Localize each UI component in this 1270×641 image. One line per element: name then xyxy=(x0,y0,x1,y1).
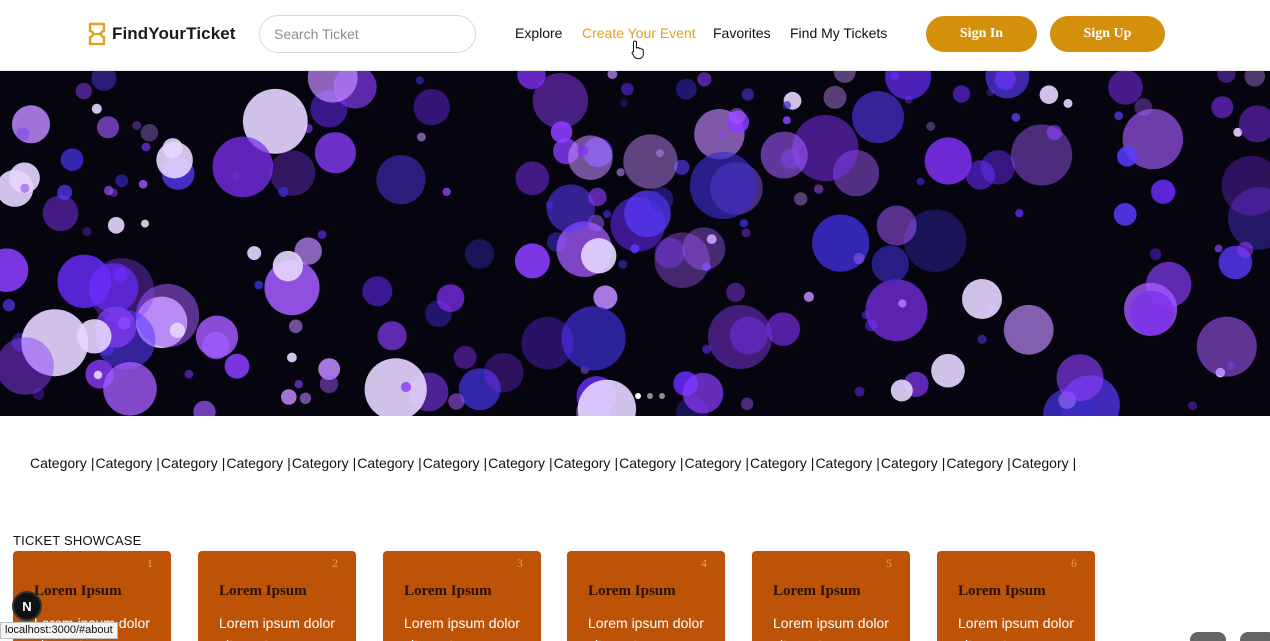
category-link[interactable]: Category xyxy=(226,455,283,471)
ticket-logo-icon xyxy=(88,22,106,46)
ticket-card-title: Lorem Ipsum xyxy=(34,583,122,599)
ticket-card-title: Lorem Ipsum xyxy=(773,583,861,599)
corner-control-left[interactable] xyxy=(1190,632,1226,641)
category-strip: Category |Category |Category |Category |Cate… xyxy=(30,455,1077,471)
category-separator: | xyxy=(876,455,880,471)
category-separator: | xyxy=(156,455,160,471)
category-link[interactable]: Category xyxy=(750,455,807,471)
ticket-card-description: Lorem ipsum dolor sit amet xyxy=(219,615,335,641)
ticket-card-number: 3 xyxy=(517,556,523,570)
sign-in-button[interactable]: Sign In xyxy=(926,16,1037,52)
search-input[interactable] xyxy=(259,15,476,53)
category-separator: | xyxy=(548,455,553,471)
carousel-indicators xyxy=(635,393,665,399)
ticket-card-number: 2 xyxy=(332,556,338,570)
status-bar-url: localhost:3000/#about xyxy=(0,622,118,639)
category-link[interactable]: Category xyxy=(161,455,218,471)
ticket-card-number: 5 xyxy=(886,556,892,570)
category-link[interactable]: Category xyxy=(95,455,152,471)
ticket-card[interactable]: 2 Lorem Ipsum Lorem ipsum dolor sit amet xyxy=(198,551,356,641)
ticket-card[interactable]: 3 Lorem Ipsum Lorem ipsum dolor sit amet xyxy=(383,551,541,641)
category-link[interactable]: Category xyxy=(488,455,545,471)
next-dev-badge[interactable]: N xyxy=(12,591,42,621)
nav-favorites[interactable]: Favorites xyxy=(713,25,771,45)
ticket-card-description: Lorem ipsum dolor sit amet xyxy=(958,615,1074,641)
top-navbar: FindYourTicket Explore Create Your Event… xyxy=(0,0,1270,71)
ticket-card-title: Lorem Ipsum xyxy=(958,583,1046,599)
ticket-card-title: Lorem Ipsum xyxy=(588,583,676,599)
category-link[interactable]: Category xyxy=(1012,455,1069,471)
ticket-card[interactable]: 5 Lorem Ipsum Lorem ipsum dolor sit amet xyxy=(752,551,910,641)
nav-explore[interactable]: Explore xyxy=(515,25,562,45)
category-separator: | xyxy=(287,455,291,471)
ticket-card[interactable]: 4 Lorem Ipsum Lorem ipsum dolor sit amet xyxy=(567,551,725,641)
bokeh-background-image xyxy=(0,71,1270,416)
ticket-card[interactable]: 6 Lorem Ipsum Lorem ipsum dolor sit amet xyxy=(937,551,1095,641)
carousel-dot-1[interactable] xyxy=(635,393,641,399)
hand-cursor-icon xyxy=(631,40,644,60)
ticket-card-title: Lorem Ipsum xyxy=(404,583,492,599)
corner-control-right[interactable] xyxy=(1240,632,1270,641)
category-link[interactable]: Category xyxy=(30,455,87,471)
category-separator: | xyxy=(483,455,488,471)
category-link[interactable]: Category xyxy=(619,455,676,471)
ticket-card-description: Lorem ipsum dolor sit amet xyxy=(588,615,704,641)
category-link[interactable]: Category xyxy=(685,455,742,471)
category-link[interactable]: Category xyxy=(292,455,349,471)
carousel-dot-3[interactable] xyxy=(659,393,665,399)
category-separator: | xyxy=(1072,455,1077,471)
category-link[interactable]: Category xyxy=(357,455,414,471)
category-link[interactable]: Category xyxy=(946,455,1003,471)
category-separator: | xyxy=(352,455,357,471)
category-separator: | xyxy=(90,455,95,471)
category-separator: | xyxy=(941,455,946,471)
ticket-card-number: 4 xyxy=(701,556,707,570)
showcase-title: TICKET SHOWCASE xyxy=(13,533,142,548)
nav-find-my-tickets[interactable]: Find My Tickets xyxy=(790,25,887,45)
sign-up-button[interactable]: Sign Up xyxy=(1050,16,1165,52)
ticket-card-description: Lorem ipsum dolor sit amet xyxy=(404,615,520,641)
category-link[interactable]: Category xyxy=(815,455,872,471)
ticket-card-description: Lorem ipsum dolor sit amet xyxy=(773,615,889,641)
carousel-dot-2[interactable] xyxy=(647,393,653,399)
hero-banner[interactable] xyxy=(0,71,1270,416)
ticket-card-number: 1 xyxy=(147,556,153,570)
category-separator: | xyxy=(221,455,226,471)
category-separator: | xyxy=(745,455,749,471)
category-link[interactable]: Category xyxy=(554,455,611,471)
category-separator: | xyxy=(679,455,684,471)
ticket-card-title: Lorem Ipsum xyxy=(219,583,307,599)
category-separator: | xyxy=(1007,455,1011,471)
ticket-card-number: 6 xyxy=(1071,556,1077,570)
category-link[interactable]: Category xyxy=(881,455,938,471)
category-separator: | xyxy=(614,455,619,471)
category-link[interactable]: Category xyxy=(423,455,480,471)
category-separator: | xyxy=(418,455,422,471)
category-separator: | xyxy=(810,455,815,471)
brand-logo[interactable]: FindYourTicket xyxy=(88,22,236,46)
brand-name: FindYourTicket xyxy=(112,24,236,43)
